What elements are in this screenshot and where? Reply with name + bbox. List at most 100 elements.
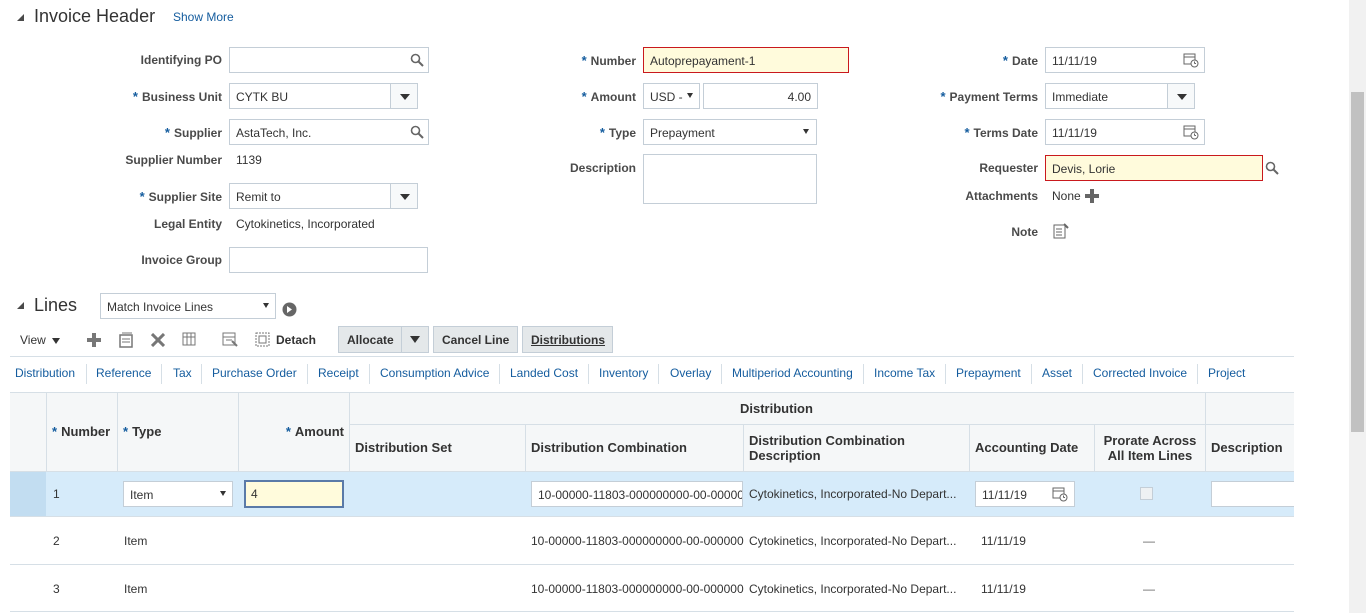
identifying-po-label: Identifying PO	[140, 53, 222, 67]
search-icon[interactable]	[410, 53, 424, 67]
payment-terms-label: * Payment Terms	[940, 89, 1038, 104]
tab-separator	[588, 364, 589, 384]
format-icon[interactable]	[222, 332, 238, 348]
tab-prepayment[interactable]: Prepayment	[956, 366, 1021, 380]
show-more-link[interactable]: Show More	[173, 10, 234, 24]
row-combination-description: Cytokinetics, Incorporated-No Depart...	[749, 534, 957, 548]
business-unit-select[interactable]: CYTK BU	[229, 83, 391, 109]
go-arrow-icon[interactable]	[282, 302, 297, 317]
amount-input[interactable]: 4.00	[703, 83, 818, 109]
tab-purchase-order[interactable]: Purchase Order	[212, 366, 297, 380]
amount-label: * Amount	[581, 89, 636, 104]
number-label: * Number	[581, 53, 636, 68]
chevron-down-icon	[687, 93, 693, 98]
calendar-icon[interactable]	[1052, 486, 1068, 502]
table-settings-icon[interactable]	[182, 332, 198, 348]
tab-project[interactable]: Project	[1208, 366, 1245, 380]
legal-entity-label: Legal Entity	[153, 217, 222, 231]
search-icon[interactable]	[410, 125, 424, 139]
number-input[interactable]: Autoprepayament-1	[643, 47, 849, 73]
chevron-down-icon	[52, 338, 60, 344]
tab-multiperiod-accounting[interactable]: Multiperiod Accounting	[732, 366, 853, 380]
invoice-group-label: Invoice Group	[141, 253, 222, 267]
divider	[10, 564, 1294, 565]
type-select[interactable]: Prepayment	[643, 119, 817, 145]
column-header-amount[interactable]: * Amount	[244, 424, 344, 439]
add-icon[interactable]	[87, 333, 101, 347]
column-header-number[interactable]: * Number	[52, 424, 110, 439]
tab-income-tax[interactable]: Income Tax	[874, 366, 935, 380]
row-combination-input[interactable]: 10-00000-11803-000000000-00-000000	[531, 481, 743, 507]
column-header-type[interactable]: * Type	[123, 424, 161, 439]
prorate-checkbox[interactable]	[1140, 487, 1153, 500]
row-number: 3	[53, 582, 60, 596]
delete-icon[interactable]	[151, 333, 165, 347]
tab-separator	[945, 364, 946, 384]
allocate-button[interactable]: Allocate	[338, 326, 402, 353]
row-selector[interactable]	[10, 472, 46, 516]
distributions-button[interactable]: Distributions	[522, 326, 613, 353]
row-amount-input[interactable]: 4	[244, 480, 344, 508]
tab-separator	[499, 364, 500, 384]
legal-entity-value: Cytokinetics, Incorporated	[236, 217, 375, 231]
row-combination: 10-00000-11803-000000000-00-000000	[531, 582, 744, 596]
chevron-down-icon	[220, 491, 226, 496]
payment-terms-dropdown-button[interactable]	[1167, 83, 1195, 109]
terms-date-input[interactable]: 11/11/19	[1045, 119, 1205, 145]
date-input[interactable]: 11/11/19	[1045, 47, 1205, 73]
supplier-site-select[interactable]: Remit to	[229, 183, 391, 209]
divider	[10, 516, 1294, 517]
column-header-prorate[interactable]: Prorate Across All Item Lines	[1100, 433, 1200, 463]
tab-landed-cost[interactable]: Landed Cost	[510, 366, 578, 380]
supplier-number-label: Supplier Number	[125, 153, 222, 167]
invoice-group-input[interactable]	[229, 247, 428, 273]
row-type-select[interactable]: Item	[123, 481, 233, 507]
tab-separator	[1197, 364, 1198, 384]
note-icon[interactable]	[1053, 223, 1069, 239]
collapse-triangle-icon[interactable]	[17, 14, 24, 21]
match-invoice-lines-select[interactable]: Match Invoice Lines	[100, 293, 276, 319]
row-type: Item	[124, 534, 148, 548]
cancel-line-button[interactable]: Cancel Line	[433, 326, 518, 353]
tab-inventory[interactable]: Inventory	[599, 366, 648, 380]
divider	[969, 424, 970, 472]
tab-overlay[interactable]: Overlay	[670, 366, 711, 380]
detach-button[interactable]: Detach	[276, 333, 316, 347]
tab-consumption-advice[interactable]: Consumption Advice	[380, 366, 489, 380]
divider	[525, 424, 526, 472]
supplier-number-value: 1139	[236, 153, 262, 167]
business-unit-dropdown-button[interactable]	[390, 83, 418, 109]
row-type: Item	[124, 582, 148, 596]
supplier-input[interactable]: AstaTech, Inc.	[229, 119, 429, 145]
tab-corrected-invoice[interactable]: Corrected Invoice	[1093, 366, 1187, 380]
row-description-input[interactable]	[1211, 481, 1294, 507]
column-header-distribution-combination[interactable]: Distribution Combination	[531, 440, 687, 455]
supplier-site-dropdown-button[interactable]	[390, 183, 418, 209]
column-header-accounting-date[interactable]: Accounting Date	[975, 440, 1078, 455]
scrollbar-thumb[interactable]	[1351, 92, 1364, 432]
tab-reference[interactable]: Reference	[96, 366, 151, 380]
tab-tax[interactable]: Tax	[173, 366, 192, 380]
description-textarea[interactable]	[643, 154, 817, 204]
tab-distribution[interactable]: Distribution	[15, 366, 75, 380]
search-icon[interactable]	[1265, 161, 1279, 175]
tab-receipt[interactable]: Receipt	[318, 366, 359, 380]
payment-terms-select[interactable]: Immediate	[1045, 83, 1169, 109]
calendar-icon[interactable]	[1183, 124, 1199, 140]
allocate-dropdown-button[interactable]	[401, 326, 429, 353]
calendar-icon[interactable]	[1183, 52, 1199, 68]
tab-asset[interactable]: Asset	[1042, 366, 1072, 380]
column-header-distribution-set[interactable]: Distribution Set	[355, 440, 452, 455]
detach-icon[interactable]	[255, 332, 271, 348]
view-menu[interactable]: View	[20, 333, 46, 347]
divider	[1205, 392, 1206, 472]
column-header-combination-description[interactable]: Distribution Combination Description	[749, 433, 964, 463]
collapse-triangle-icon[interactable]	[17, 302, 24, 309]
tab-separator	[201, 364, 202, 384]
attachments-value[interactable]: None	[1052, 189, 1081, 203]
duplicate-icon[interactable]	[119, 332, 133, 348]
column-header-description[interactable]: Description	[1211, 440, 1283, 455]
add-icon[interactable]	[1085, 189, 1099, 203]
requester-input[interactable]: Devis, Lorie	[1045, 155, 1263, 181]
identifying-po-input[interactable]	[229, 47, 429, 73]
